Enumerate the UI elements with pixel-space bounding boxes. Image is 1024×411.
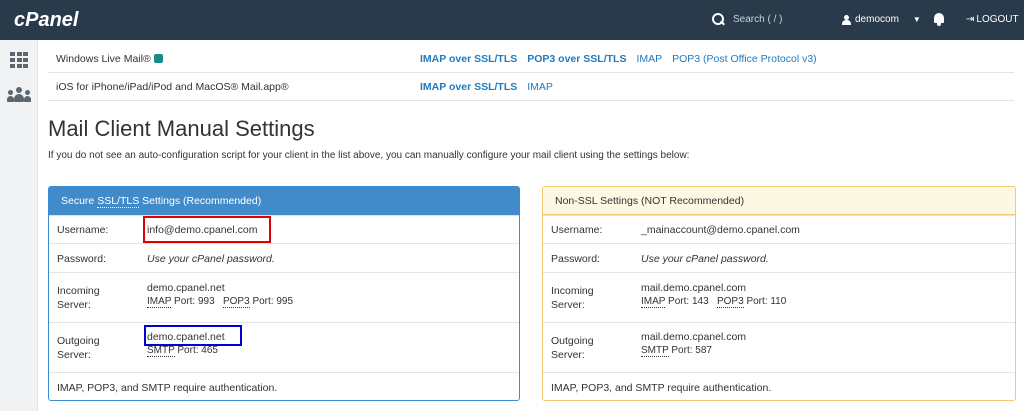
logout-button[interactable]: ⇥ LOGOUT <box>966 14 1019 25</box>
link-imap[interactable]: IMAP <box>636 53 662 65</box>
main-content: Windows Live Mail® IMAP over SSL/TLS POP… <box>38 40 1024 411</box>
incoming-server-row: Incoming Server: mail.demo.cpanel.com IMA… <box>543 272 1015 322</box>
incoming-server-label: Incoming Server: <box>57 285 100 311</box>
client-links: IMAP over SSL/TLS POP3 over SSL/TLS IMAP… <box>420 53 817 65</box>
top-navbar: cPanel Search ( / ) democom ▼ ⇥ LOGOUT <box>0 0 1024 40</box>
ssl-settings-panel: Secure SSL/TLS Settings (Recommended) Us… <box>48 186 520 401</box>
ssl-panel-header: Secure SSL/TLS Settings (Recommended) <box>49 187 519 215</box>
username-highlight-box <box>143 216 271 243</box>
password-label: Password: <box>57 253 107 265</box>
password-value: Use your cPanel password. <box>641 253 769 265</box>
notifications-bell-icon[interactable] <box>933 12 945 26</box>
link-imap[interactable]: IMAP <box>527 81 553 93</box>
logout-label: LOGOUT <box>976 14 1019 25</box>
username-label: democom <box>855 14 899 25</box>
non-ssl-panel-header: Non-SSL Settings (NOT Recommended) <box>543 187 1015 215</box>
client-links: IMAP over SSL/TLS IMAP <box>420 81 553 93</box>
cpanel-logo[interactable]: cPanel <box>14 9 78 32</box>
outgoing-server-label: Outgoing Server: <box>551 335 594 361</box>
outgoing-server-row: Outgoing Server: demo.cpanel.net SMTP Por… <box>49 322 519 372</box>
incoming-server-value: mail.demo.cpanel.com IMAP Port: 143 POP3… <box>641 282 787 308</box>
logout-icon: ⇥ <box>966 14 975 25</box>
password-row: Password: Use your cPanel password. <box>543 243 1015 272</box>
windows-live-mail-icon <box>153 53 163 63</box>
client-name: Windows Live Mail® <box>56 53 163 65</box>
caret-down-icon: ▼ <box>912 15 921 24</box>
auth-note: IMAP, POP3, and SMTP require authenticat… <box>57 382 278 394</box>
auth-note: IMAP, POP3, and SMTP require authenticat… <box>551 382 772 394</box>
auth-note-row: IMAP, POP3, and SMTP require authenticat… <box>49 372 519 400</box>
link-pop3[interactable]: POP3 (Post Office Protocol v3) <box>672 53 817 65</box>
search-placeholder: Search ( / ) <box>733 14 783 25</box>
link-imap-ssl[interactable]: IMAP over SSL/TLS <box>420 81 517 93</box>
incoming-server-label: Incoming Server: <box>551 285 594 311</box>
username-row: Username: _mainaccount@demo.cpanel.com <box>543 215 1015 243</box>
link-pop3-ssl[interactable]: POP3 over SSL/TLS <box>527 53 626 65</box>
user-menu[interactable]: democom ▼ <box>842 14 921 25</box>
search-box[interactable]: Search ( / ) <box>712 13 782 26</box>
client-row-ios-mail: iOS for iPhone/iPad/iPod and MacOS® Mail… <box>48 73 1014 101</box>
username-value: _mainaccount@demo.cpanel.com <box>641 224 800 236</box>
password-label: Password: <box>551 253 601 265</box>
search-icon <box>712 13 725 26</box>
username-label: Username: <box>551 224 603 236</box>
password-row: Password: Use your cPanel password. <box>49 243 519 272</box>
user-icon <box>842 14 851 25</box>
non-ssl-settings-panel: Non-SSL Settings (NOT Recommended) Usern… <box>542 186 1016 401</box>
outgoing-server-value: mail.demo.cpanel.com SMTP Port: 587 <box>641 331 747 357</box>
incoming-server-value: demo.cpanel.net IMAP Port: 993 POP3 Port… <box>147 282 294 308</box>
username-label: Username: <box>57 224 109 236</box>
auth-note-row: IMAP, POP3, and SMTP require authenticat… <box>543 372 1015 400</box>
outgoing-server-row: Outgoing Server: mail.demo.cpanel.com SMT… <box>543 322 1015 372</box>
client-row-windows-live-mail: Windows Live Mail® IMAP over SSL/TLS POP… <box>48 45 1014 73</box>
page-title: Mail Client Manual Settings <box>48 116 315 141</box>
sidebar <box>0 40 38 411</box>
incoming-server-row: Incoming Server: demo.cpanel.net IMAP Por… <box>49 272 519 322</box>
client-name: iOS for iPhone/iPad/iPod and MacOS® Mail… <box>56 80 289 93</box>
intro-text: If you do not see an auto-configuration … <box>48 150 690 161</box>
users-icon[interactable] <box>7 87 31 105</box>
apps-grid-icon[interactable] <box>10 52 28 68</box>
outgoing-server-label: Outgoing Server: <box>57 335 100 361</box>
username-row: Username: info@demo.cpanel.com <box>49 215 519 243</box>
outgoing-server-highlight-box <box>144 325 242 346</box>
password-value: Use your cPanel password. <box>147 253 275 265</box>
link-imap-ssl[interactable]: IMAP over SSL/TLS <box>420 53 517 65</box>
